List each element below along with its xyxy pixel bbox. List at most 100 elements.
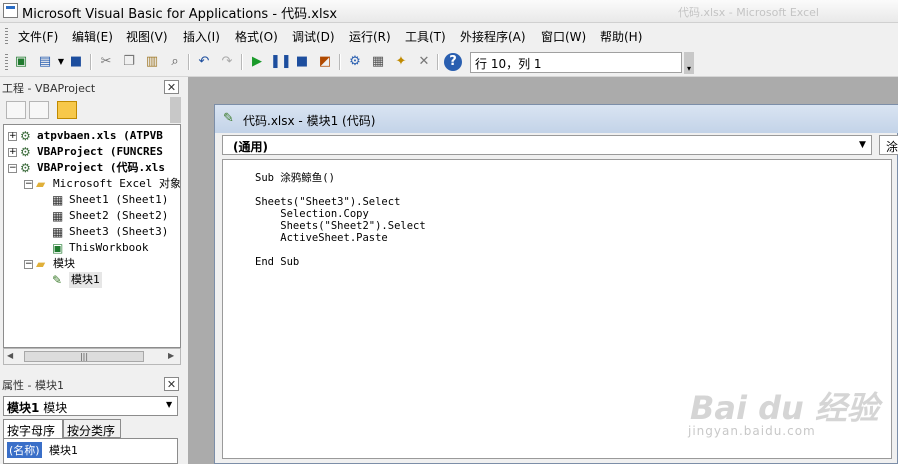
tree-item-label: Sheet2 (Sheet2) [69,209,169,222]
menu-insert[interactable]: 插入(I) [183,28,220,45]
sheet-icon: ▦ [52,209,64,223]
menu-window[interactable]: 窗口(W) [541,28,586,45]
menu-debug[interactable]: 调试(D) [292,28,335,45]
project-pane-title: 工程 - VBAProject [2,82,96,95]
collapse-icon[interactable]: − [24,260,33,269]
tree-item-label: VBAProject (代码.xls [37,161,165,174]
menu-view[interactable]: 视图(V) [126,28,168,45]
design-mode-icon[interactable]: ◩ [316,53,334,71]
toolbar-overflow-icon[interactable]: ▾ [684,52,694,74]
properties-window-icon[interactable]: ▦ [369,53,387,71]
code-line: End Sub [255,256,300,268]
menu-tools[interactable]: 工具(T) [405,28,446,45]
module-icon: ✎ [223,111,234,126]
tree-item[interactable]: − ▰ Microsoft Excel 对象 [4,176,180,192]
save-icon[interactable]: ■ [67,53,85,71]
property-name-label: (名称) [7,442,42,458]
tree-item[interactable]: + ⚙ atpvbaen.xls (ATPVB [4,128,180,144]
tab-categorized[interactable]: 按分类序 [63,419,121,438]
undo-icon[interactable]: ↶ [195,53,213,71]
cursor-position: 行 10，列 1 [470,52,682,73]
folder-icon: ▰ [36,177,46,191]
menu-grip[interactable] [5,28,8,44]
view-object-icon[interactable] [29,101,49,119]
menu-format[interactable]: 格式(O) [235,28,278,45]
vba-app-icon [3,3,18,18]
toolbar-grip[interactable] [5,54,8,72]
code-window-titlebar[interactable]: ✎ 代码.xlsx - 模块1 (代码) [215,105,898,133]
project-tree-scrollbar[interactable]: ◀ ||| ▶ [3,348,181,365]
standard-toolbar: ▣ ▤ ▼ ■ ✂ ❐ ▥ ⌕ ↶ ↷ ▶ ❚❚ ■ ◩ ⚙ ▦ ✦ ✕ ? 行… [0,50,898,77]
paste-icon[interactable]: ▥ [143,53,161,71]
object-name: 模块1 [7,401,40,415]
toolbar-separator [241,54,243,70]
tree-item-label: atpvbaen.xls (ATPVB [37,129,163,142]
tree-item[interactable]: ▦ Sheet2 (Sheet2) [4,208,180,224]
baidu-watermark-url: jingyan.baidu.com [688,424,816,438]
view-code-icon[interactable] [6,101,26,119]
tree-item-label: Sheet1 (Sheet1) [69,193,169,206]
vba-project-icon: ⚙ [20,145,31,159]
project-explorer-icon[interactable]: ⚙ [346,53,364,71]
tree-item[interactable]: ▦ Sheet3 (Sheet3) [4,224,180,240]
collapse-icon[interactable]: − [8,164,17,173]
properties-pane-title: 属性 - 模块1 [2,379,64,392]
tree-item[interactable]: ✎ 模块1 [4,272,180,288]
menu-addins[interactable]: 外接程序(A) [460,28,526,45]
code-line: Selection.Copy [255,208,369,220]
object-browser-icon[interactable]: ✦ [392,53,410,71]
break-icon[interactable]: ❚❚ [270,53,292,71]
help-icon[interactable]: ? [444,53,462,71]
code-line: Sheets("Sheet3").Select [255,196,401,208]
tree-item[interactable]: − ▰ 模块 [4,256,180,272]
tree-item[interactable]: + ⚙ VBAProject (FUNCRES [4,144,180,160]
expand-icon[interactable]: + [8,148,17,157]
procedure-combo[interactable]: 涂鸦鲸鱼 [879,135,898,155]
properties-object-combo[interactable]: 模块1 模块 ▼ [3,396,178,416]
expand-icon[interactable]: + [8,132,17,141]
close-icon[interactable]: ✕ [164,377,179,391]
folder-icon: ▰ [36,257,46,271]
tree-item-label: VBAProject (FUNCRES [37,145,163,158]
run-icon[interactable]: ▶ [248,53,266,71]
copy-icon[interactable]: ❐ [120,53,138,71]
scroll-left-icon[interactable]: ◀ [7,351,13,360]
pane-scroll-corner [170,97,181,123]
find-icon[interactable]: ⌕ [166,53,184,71]
menu-bar: 文件(F) 编辑(E) 视图(V) 插入(I) 格式(O) 调试(D) 运行(R… [0,23,898,49]
properties-pane-header: 属性 - 模块1 ✕ [0,374,181,394]
menu-edit[interactable]: 编辑(E) [72,28,113,45]
scroll-right-icon[interactable]: ▶ [168,351,174,360]
cut-icon[interactable]: ✂ [97,53,115,71]
workbook-icon: ▣ [52,241,64,255]
object-combo[interactable]: (通用) ▼ [222,135,872,155]
toolbar-separator [90,54,92,70]
toolbox-icon[interactable]: ✕ [415,53,433,71]
tree-item-label: ThisWorkbook [69,241,149,254]
property-row-name[interactable]: (名称) 模块1 [3,438,178,464]
toolbar-separator [188,54,190,70]
close-icon[interactable]: ✕ [164,80,179,94]
tree-item[interactable]: ▦ Sheet1 (Sheet1) [4,192,180,208]
background-window-title: 代码.xlsx - Microsoft Excel [678,6,819,19]
tree-item[interactable]: ▣ ThisWorkbook [4,240,180,256]
toggle-folders-icon[interactable] [57,101,77,119]
menu-run[interactable]: 运行(R) [349,28,391,45]
tree-item-label: 模块 [53,257,75,270]
tree-item[interactable]: − ⚙ VBAProject (代码.xls [4,160,180,176]
chevron-down-icon[interactable]: ▼ [859,140,866,150]
code-window-title: 代码.xlsx - 模块1 (代码) [243,114,376,128]
scrollbar-thumb[interactable]: ||| [24,351,144,362]
excel-view-icon[interactable]: ▣ [12,53,30,71]
tab-alphabetic[interactable]: 按字母序 [3,419,63,438]
menu-file[interactable]: 文件(F) [18,28,58,45]
property-name-value[interactable]: 模块1 [49,442,78,458]
redo-icon[interactable]: ↷ [218,53,236,71]
vba-project-icon: ⚙ [20,161,31,175]
project-pane-toolbar [0,97,181,123]
menu-help[interactable]: 帮助(H) [600,28,642,45]
chevron-down-icon[interactable]: ▼ [166,400,172,409]
module-icon: ✎ [52,273,63,287]
collapse-icon[interactable]: − [24,180,33,189]
reset-icon[interactable]: ■ [293,53,311,71]
